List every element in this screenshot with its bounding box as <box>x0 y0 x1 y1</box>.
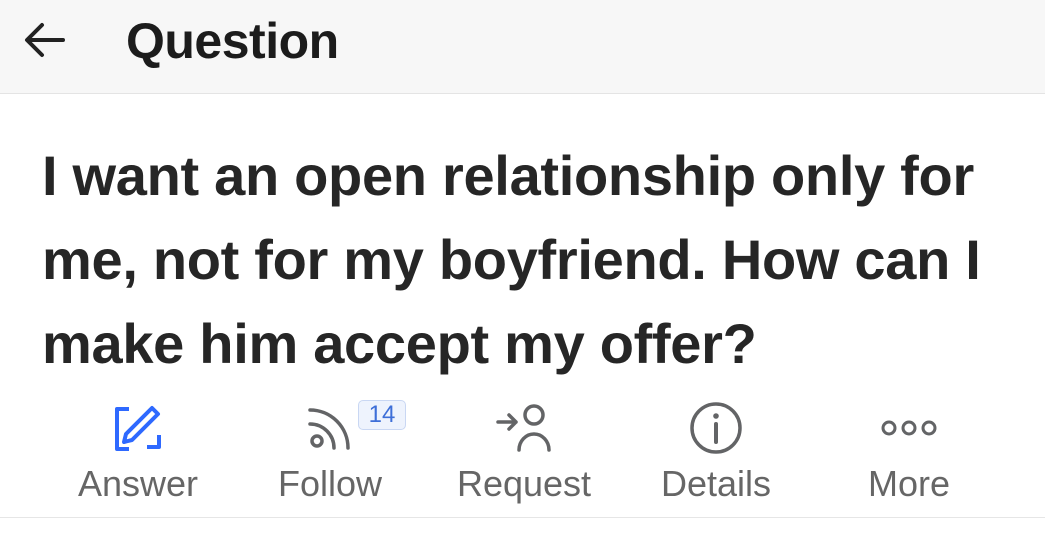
request-button[interactable]: Request <box>452 392 596 510</box>
follow-count-badge: 14 <box>358 400 406 430</box>
page-title: Question <box>126 13 339 69</box>
arrow-left-icon <box>23 22 65 63</box>
more-dots-icon <box>879 398 939 458</box>
divider <box>0 517 1045 518</box>
add-person-icon <box>494 398 554 458</box>
back-button[interactable] <box>14 14 74 70</box>
details-label: Details <box>660 463 772 504</box>
details-button[interactable]: Details <box>654 392 778 510</box>
info-icon <box>686 398 746 458</box>
rss-icon <box>300 398 360 458</box>
more-label: More <box>867 463 951 504</box>
answer-label: Answer <box>77 463 199 504</box>
more-button[interactable]: More <box>856 392 962 510</box>
request-label: Request <box>456 463 592 504</box>
app-header: Question <box>0 0 1045 94</box>
question-action-bar: Answer Follow 14 Request Details More <box>0 392 1045 512</box>
question-title[interactable]: I want an open relationship only for me,… <box>42 134 1022 386</box>
follow-label: Follow <box>277 463 383 504</box>
edit-icon <box>108 398 168 458</box>
answer-button[interactable]: Answer <box>60 392 216 510</box>
